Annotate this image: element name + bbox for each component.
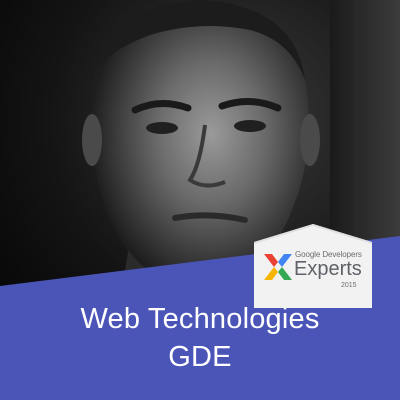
gde-chevron-logo-icon [264,254,292,280]
badge-big-text: Experts [294,258,362,280]
badge-year: 2015 [341,282,357,289]
gde-badge: Google Developers Experts 2015 [254,224,372,308]
profile-image: Web Technologies GDE Google Developers E… [0,0,400,400]
banner-subtitle: GDE [168,341,232,373]
